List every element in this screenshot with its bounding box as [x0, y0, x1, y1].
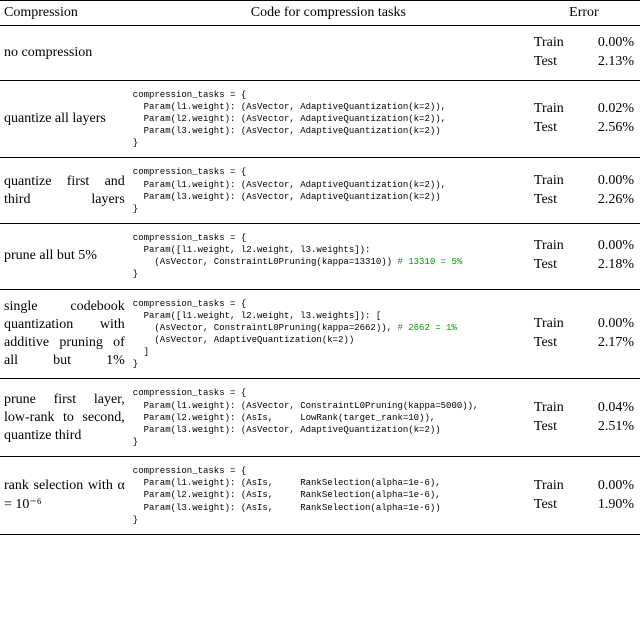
- test-value: 2.26%: [579, 191, 636, 210]
- code-line: (AsVector, ConstraintL0Pruning(kappa=266…: [133, 323, 392, 333]
- compression-label: quantize all layers: [0, 80, 129, 158]
- code-line: }: [133, 515, 138, 525]
- code-line: Param(l1.weight): (AsIs, RankSelection(a…: [133, 478, 441, 488]
- code-line: Param(l1.weight): (AsVector, ConstraintL…: [133, 401, 479, 411]
- code-line: Param(l3.weight): (AsVector, AdaptiveQua…: [133, 126, 441, 136]
- code-line: }: [133, 437, 138, 447]
- train-value: 0.02%: [579, 100, 636, 119]
- test-label: Test: [532, 256, 580, 275]
- code-line: Param(l3.weight): (AsVector, AdaptiveQua…: [133, 425, 441, 435]
- table-row: no compression Train0.00%Test2.13%: [0, 26, 640, 81]
- test-label: Test: [532, 418, 580, 437]
- code-block: compression_tasks = { Param([l1.weight, …: [133, 298, 524, 371]
- train-label: Train: [532, 34, 580, 53]
- test-label: Test: [532, 53, 580, 72]
- code-cell: compression_tasks = { Param(l1.weight): …: [129, 158, 528, 224]
- test-label: Test: [532, 496, 580, 515]
- compression-label: prune first layer, low-rank to second, q…: [0, 379, 129, 457]
- compression-label: prune all but 5%: [0, 224, 129, 290]
- code-comment: # 13310 = 5%: [392, 257, 462, 267]
- code-line: (AsVector, ConstraintL0Pruning(kappa=133…: [133, 257, 392, 267]
- test-value: 1.90%: [579, 496, 636, 515]
- code-cell: [129, 26, 528, 81]
- code-block: compression_tasks = { Param(l1.weight): …: [133, 89, 524, 150]
- header-compression: Compression: [0, 1, 129, 26]
- compression-label: no compression: [0, 26, 129, 81]
- train-value: 0.00%: [579, 237, 636, 256]
- code-line: Param(l1.weight): (AsVector, AdaptiveQua…: [133, 180, 446, 190]
- compression-table: Compression Code for compression tasks E…: [0, 0, 640, 535]
- test-value: 2.13%: [579, 53, 636, 72]
- code-block: compression_tasks = { Param([l1.weight, …: [133, 232, 524, 281]
- code-line: compression_tasks = {: [133, 466, 246, 476]
- error-cell: Train0.02%Test2.56%: [528, 80, 640, 158]
- code-block: compression_tasks = { Param(l1.weight): …: [133, 465, 524, 526]
- train-value: 0.00%: [579, 172, 636, 191]
- code-line: Param([l1.weight, l2.weight, l3.weights]…: [133, 311, 381, 321]
- code-line: compression_tasks = {: [133, 299, 246, 309]
- train-label: Train: [532, 172, 580, 191]
- error-cell: Train0.00%Test2.13%: [528, 26, 640, 81]
- code-cell: compression_tasks = { Param(l1.weight): …: [129, 457, 528, 535]
- train-value: 0.00%: [579, 34, 636, 53]
- code-cell: compression_tasks = { Param([l1.weight, …: [129, 224, 528, 290]
- train-label: Train: [532, 100, 580, 119]
- code-line: compression_tasks = {: [133, 90, 246, 100]
- train-value: 0.00%: [579, 477, 636, 496]
- code-line: }: [133, 269, 138, 279]
- code-line: ]: [133, 347, 149, 357]
- code-line: Param(l3.weight): (AsIs, RankSelection(a…: [133, 503, 441, 513]
- train-value: 0.04%: [579, 399, 636, 418]
- table-row: prune first layer, low-rank to second, q…: [0, 379, 640, 457]
- test-value: 2.56%: [579, 119, 636, 138]
- table-row: quantize first and third layerscompressi…: [0, 158, 640, 224]
- code-line: }: [133, 138, 138, 148]
- code-line: }: [133, 204, 138, 214]
- code-block: compression_tasks = { Param(l1.weight): …: [133, 387, 524, 448]
- code-line: (AsVector, AdaptiveQuantization(k=2)): [133, 335, 354, 345]
- code-line: Param(l1.weight): (AsVector, AdaptiveQua…: [133, 102, 446, 112]
- code-comment: # 2662 = 1%: [392, 323, 457, 333]
- train-label: Train: [532, 237, 580, 256]
- train-label: Train: [532, 315, 580, 334]
- table-row: single codebook quantization with additi…: [0, 289, 640, 379]
- code-line: compression_tasks = {: [133, 233, 246, 243]
- code-line: Param(l3.weight): (AsVector, AdaptiveQua…: [133, 192, 441, 202]
- compression-label: quantize first and third layers: [0, 158, 129, 224]
- error-cell: Train0.00%Test1.90%: [528, 457, 640, 535]
- table-row: prune all but 5%compression_tasks = { Pa…: [0, 224, 640, 290]
- train-label: Train: [532, 477, 580, 496]
- code-line: Param(l2.weight): (AsIs, LowRank(target_…: [133, 413, 435, 423]
- code-cell: compression_tasks = { Param([l1.weight, …: [129, 289, 528, 379]
- code-line: compression_tasks = {: [133, 167, 246, 177]
- error-cell: Train0.00%Test2.26%: [528, 158, 640, 224]
- code-line: Param(l2.weight): (AsVector, AdaptiveQua…: [133, 114, 446, 124]
- test-value: 2.17%: [579, 334, 636, 353]
- test-value: 2.18%: [579, 256, 636, 275]
- error-cell: Train0.00%Test2.18%: [528, 224, 640, 290]
- train-value: 0.00%: [579, 315, 636, 334]
- test-label: Test: [532, 119, 580, 138]
- code-cell: compression_tasks = { Param(l1.weight): …: [129, 80, 528, 158]
- code-line: compression_tasks = {: [133, 388, 246, 398]
- error-cell: Train0.00%Test2.17%: [528, 289, 640, 379]
- train-label: Train: [532, 399, 580, 418]
- header-error: Error: [528, 1, 640, 26]
- header-row: Compression Code for compression tasks E…: [0, 1, 640, 26]
- test-label: Test: [532, 191, 580, 210]
- test-value: 2.51%: [579, 418, 636, 437]
- code-block: compression_tasks = { Param(l1.weight): …: [133, 166, 524, 215]
- test-label: Test: [532, 334, 580, 353]
- code-cell: compression_tasks = { Param(l1.weight): …: [129, 379, 528, 457]
- compression-label: rank selection with α = 10⁻⁶: [0, 457, 129, 535]
- code-line: Param(l2.weight): (AsIs, RankSelection(a…: [133, 490, 441, 500]
- code-line: }: [133, 359, 138, 369]
- error-cell: Train0.04%Test2.51%: [528, 379, 640, 457]
- table-row: rank selection with α = 10⁻⁶compression_…: [0, 457, 640, 535]
- compression-label: single codebook quantization with additi…: [0, 289, 129, 379]
- code-line: Param([l1.weight, l2.weight, l3.weights]…: [133, 245, 371, 255]
- header-code: Code for compression tasks: [129, 1, 528, 26]
- table-row: quantize all layerscompression_tasks = {…: [0, 80, 640, 158]
